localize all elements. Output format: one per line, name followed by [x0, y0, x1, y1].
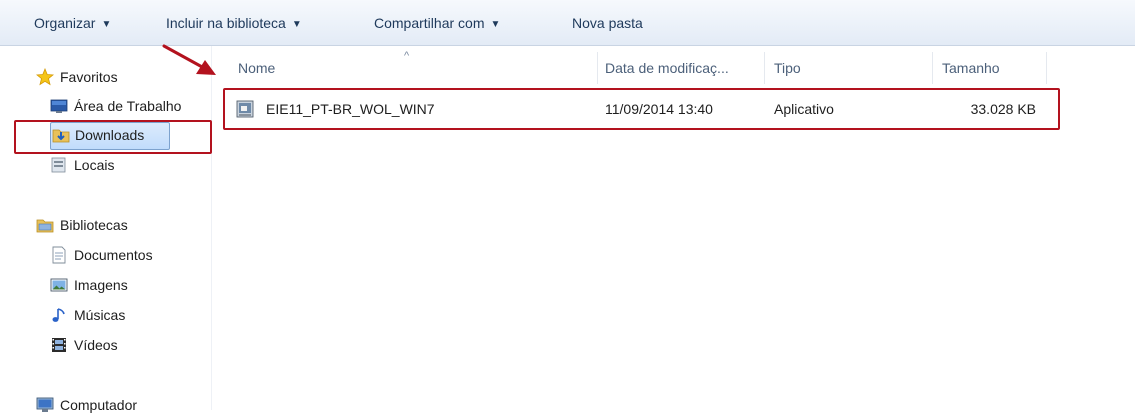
- nav-computer[interactable]: Computador: [36, 392, 196, 418]
- file-size: 33.028 KB: [970, 101, 1036, 117]
- table-row[interactable]: EIE11_PT-BR_WOL_WIN7 11/09/2014 13:40 Ap…: [230, 90, 1060, 128]
- music-note-icon: [52, 308, 65, 322]
- column-separator[interactable]: [1046, 52, 1047, 84]
- nav-music[interactable]: Músicas: [50, 302, 210, 328]
- share-with-label: Compartilhar com: [374, 15, 485, 31]
- libraries-icon: [36, 219, 54, 233]
- nav-places-label: Locais: [74, 157, 115, 173]
- nav-computer-label: Computador: [60, 397, 138, 413]
- nav-documents-label: Documentos: [74, 247, 153, 263]
- include-library-label: Incluir na biblioteca: [166, 15, 286, 31]
- column-header-name[interactable]: Nome: [238, 46, 598, 86]
- nav-libraries[interactable]: Bibliotecas: [36, 212, 196, 238]
- nav-documents[interactable]: Documentos: [50, 242, 210, 268]
- column-header-date[interactable]: Data de modificaç...: [605, 46, 765, 86]
- column-date-label: Data de modificaç...: [605, 60, 729, 76]
- nav-desktop-label: Área de Trabalho: [74, 98, 182, 114]
- new-folder-label: Nova pasta: [572, 15, 643, 31]
- nav-favorites-label: Favoritos: [60, 69, 118, 85]
- chevron-down-icon: ▼: [490, 19, 501, 30]
- nav-places[interactable]: Locais: [50, 152, 210, 178]
- nav-videos[interactable]: Vídeos: [50, 332, 210, 358]
- share-with-button[interactable]: Compartilhar com ▼: [374, 12, 500, 34]
- sort-ascending-icon: ^: [404, 50, 410, 62]
- column-separator[interactable]: [764, 52, 765, 84]
- nav-libraries-label: Bibliotecas: [60, 217, 128, 233]
- new-folder-button[interactable]: Nova pasta: [572, 12, 643, 34]
- nav-downloads[interactable]: Downloads: [50, 122, 170, 150]
- nav-images-label: Imagens: [74, 277, 128, 293]
- images-icon: [50, 278, 68, 292]
- nav-desktop[interactable]: Área de Trabalho: [50, 93, 210, 119]
- nav-music-label: Músicas: [74, 307, 126, 323]
- include-library-button[interactable]: Incluir na biblioteca ▼: [166, 12, 302, 34]
- nav-downloads-label: Downloads: [75, 127, 145, 143]
- recent-places-icon: [51, 157, 66, 173]
- column-separator[interactable]: [597, 52, 598, 84]
- column-type-label: Tipo: [774, 60, 801, 76]
- column-size-label: Tamanho: [942, 60, 1000, 76]
- command-bar: Organizar ▼ Incluir na biblioteca ▼ Compar…: [0, 0, 1135, 46]
- organize-label: Organizar: [34, 15, 96, 31]
- computer-icon: [36, 397, 54, 412]
- nav-videos-label: Vídeos: [74, 337, 118, 353]
- column-header-size[interactable]: Tamanho: [942, 46, 1047, 86]
- file-type: Aplicativo: [774, 101, 834, 117]
- film-icon: [52, 338, 66, 352]
- column-header-type[interactable]: Tipo: [774, 46, 934, 86]
- nav-images[interactable]: Imagens: [50, 272, 210, 298]
- application-icon: [236, 100, 254, 118]
- documents-icon: [52, 246, 66, 264]
- file-name: EIE11_PT-BR_WOL_WIN7: [266, 101, 435, 117]
- downloads-folder-icon: [52, 129, 70, 143]
- desktop-icon: [50, 99, 68, 113]
- column-separator[interactable]: [932, 52, 933, 84]
- chevron-down-icon: ▼: [291, 19, 302, 30]
- column-name-label: Nome: [238, 60, 276, 76]
- chevron-down-icon: ▼: [101, 19, 112, 30]
- navigation-pane: Favoritos Área de Trabalho Downloads Loc…: [0, 46, 212, 413]
- nav-favorites[interactable]: Favoritos: [36, 64, 196, 90]
- star-icon: [36, 68, 54, 86]
- file-date: 11/09/2014 13:40: [605, 101, 713, 117]
- organize-button[interactable]: Organizar ▼: [34, 12, 111, 34]
